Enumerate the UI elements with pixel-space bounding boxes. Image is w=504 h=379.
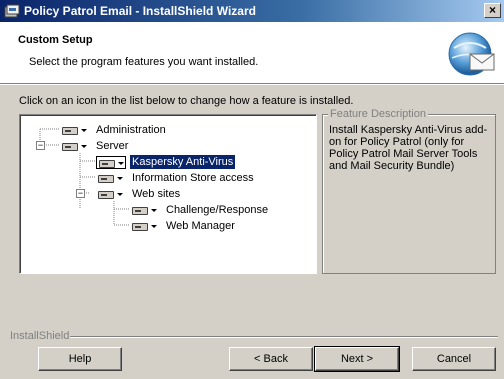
cancel-button-label: Cancel xyxy=(436,353,472,365)
footer-separator xyxy=(70,336,498,338)
tree-item-information-store-access[interactable]: Information Store access xyxy=(96,170,256,186)
window-title: Policy Patrol Email - InstallShield Wiza… xyxy=(24,4,256,18)
installer-app-icon xyxy=(4,4,20,18)
feature-state-dropdown-icon[interactable] xyxy=(96,172,126,185)
page-subtitle: Select the program features you want ins… xyxy=(29,56,259,68)
feature-state-dropdown-icon[interactable] xyxy=(60,140,90,153)
server-collapse-toggle[interactable]: − xyxy=(36,141,45,150)
feature-state-dropdown-icon[interactable] xyxy=(96,188,126,201)
help-button[interactable]: Help xyxy=(38,347,122,371)
page-title: Custom Setup xyxy=(18,34,93,46)
banner-separator xyxy=(0,83,504,85)
feature-description-group: Feature Description Install Kaspersky An… xyxy=(322,108,496,274)
tree-item-server[interactable]: Server xyxy=(60,138,130,154)
feature-state-dropdown-icon[interactable] xyxy=(130,204,160,217)
tree-item-challenge-response[interactable]: Challenge/Response xyxy=(130,202,270,218)
email-globe-logo-icon xyxy=(448,32,495,76)
tree-item-label: Web Manager xyxy=(166,220,235,232)
tree-item-administration[interactable]: Administration xyxy=(60,122,168,138)
back-button-label: < Back xyxy=(254,353,288,365)
next-button[interactable]: Next > xyxy=(314,346,400,372)
tree-item-kaspersky-anti-virus[interactable]: Kaspersky Anti-Virus xyxy=(96,154,237,170)
installshield-brand-label: InstallShield xyxy=(10,330,70,342)
feature-state-dropdown-icon[interactable] xyxy=(60,124,90,137)
tree-item-label: Information Store access xyxy=(132,172,254,184)
tree-item-web-manager[interactable]: Web Manager xyxy=(130,218,237,234)
help-button-label: Help xyxy=(68,353,92,365)
header-banner: Custom Setup Select the program features… xyxy=(0,22,504,83)
feature-tree[interactable]: − − Administration Server Kaspersky Anti… xyxy=(19,114,317,274)
tree-item-label: Challenge/Response xyxy=(166,204,269,216)
close-button[interactable]: × xyxy=(484,3,501,18)
title-bar: Policy Patrol Email - InstallShield Wiza… xyxy=(0,0,504,22)
instruction-text: Click on an icon in the list below to ch… xyxy=(19,95,354,107)
next-button-label: Next > xyxy=(340,353,374,365)
web-sites-collapse-toggle[interactable]: − xyxy=(76,189,85,198)
tree-item-label: Server xyxy=(96,140,129,152)
tree-item-label: Web sites xyxy=(132,188,181,200)
feature-state-dropdown-icon[interactable] xyxy=(130,220,160,233)
cancel-button[interactable]: Cancel xyxy=(412,347,496,371)
back-button[interactable]: < Back xyxy=(229,347,313,371)
tree-item-label: Kaspersky Anti-Virus xyxy=(128,154,237,170)
tree-item-label: Administration xyxy=(96,124,166,136)
tree-item-web-sites[interactable]: Web sites xyxy=(96,186,182,202)
feature-state-dropdown-icon[interactable] xyxy=(96,155,126,169)
feature-description-text: Install Kaspersky Anti-Virus add-on for … xyxy=(329,124,488,172)
feature-description-legend: Feature Description xyxy=(328,108,428,120)
